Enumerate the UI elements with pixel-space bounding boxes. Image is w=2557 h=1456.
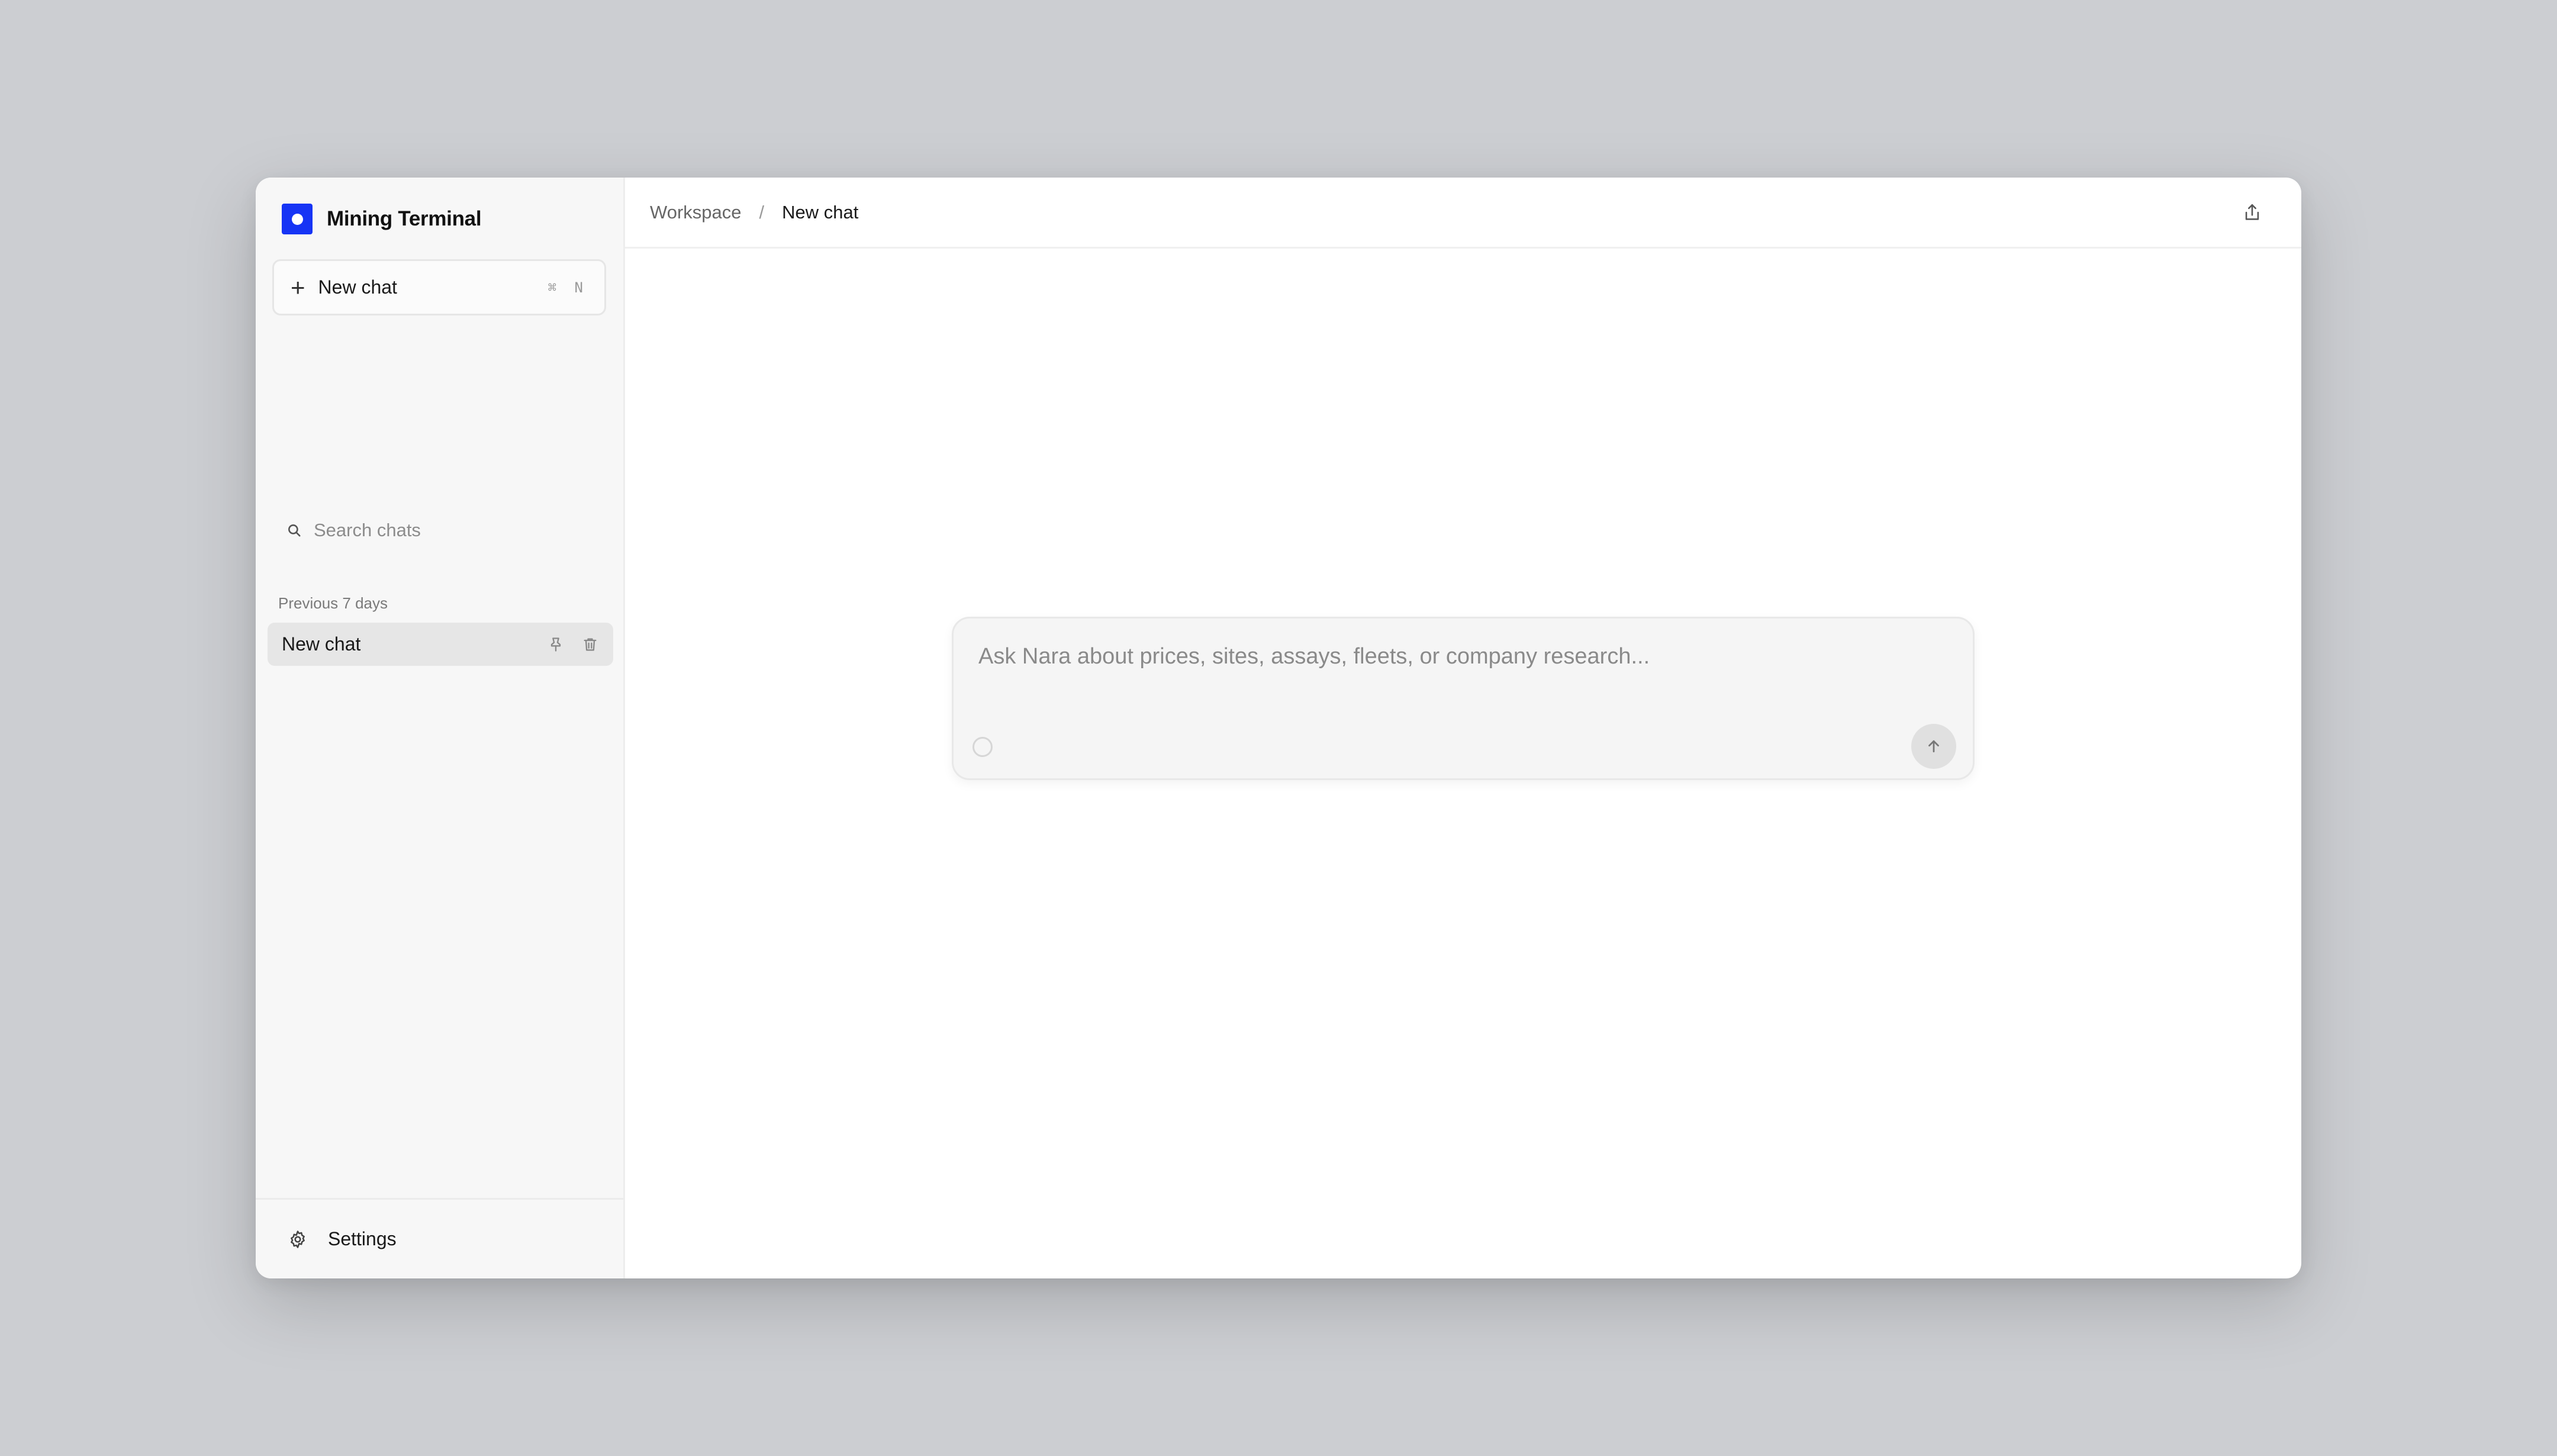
settings-label: Settings <box>328 1228 397 1249</box>
search-chats <box>286 520 586 541</box>
breadcrumb-current: New chat <box>782 201 859 223</box>
chat-list-item[interactable]: New chat <box>268 623 613 666</box>
app-name: Mining Terminal <box>327 207 482 230</box>
arrow-up-icon <box>1928 740 1939 753</box>
trash-icon[interactable] <box>581 636 599 653</box>
plus-icon: + <box>291 273 305 301</box>
top-bar: Workspace / New chat <box>625 178 2301 249</box>
breadcrumb-separator: / <box>759 201 765 223</box>
search-input[interactable] <box>314 520 586 541</box>
brand: Mining Terminal <box>282 204 482 234</box>
breadcrumb-workspace[interactable]: Workspace <box>650 202 742 223</box>
chat-composer <box>952 617 1975 780</box>
sidebar: Mining Terminal + New chat ⌘ N Previous … <box>256 178 625 1278</box>
message-input[interactable] <box>978 642 1925 690</box>
new-chat-shortcut: ⌘ N <box>548 279 588 296</box>
new-chat-button[interactable]: + New chat ⌘ N <box>272 259 606 315</box>
send-button[interactable] <box>1911 724 1956 769</box>
new-chat-label: New chat <box>318 276 397 298</box>
app-window: Mining Terminal + New chat ⌘ N Previous … <box>256 178 2301 1278</box>
circle-icon[interactable] <box>972 737 993 757</box>
chat-item-label: New chat <box>282 633 361 655</box>
share-icon[interactable] <box>2242 202 2262 223</box>
gear-icon <box>291 1230 305 1248</box>
settings-button[interactable]: Settings <box>256 1198 623 1278</box>
pin-icon[interactable] <box>547 636 565 653</box>
section-label-previous-7-days: Previous 7 days <box>278 594 388 612</box>
brand-logo <box>282 204 313 234</box>
search-icon <box>288 524 301 537</box>
main-area: Workspace / New chat <box>625 178 2301 1278</box>
